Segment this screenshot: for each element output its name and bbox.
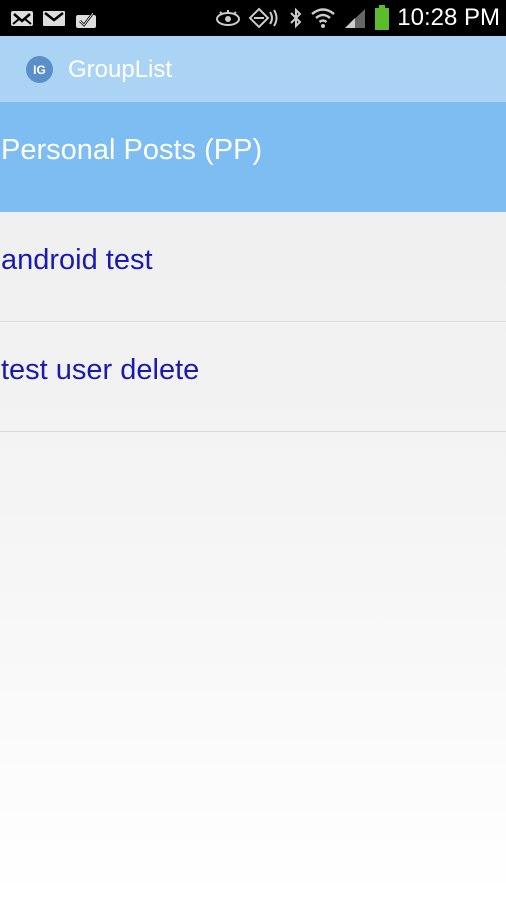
app-title: GroupList [68,56,173,83]
screen: 10:28 PM IG GroupList Personal Posts (PP… [0,0,506,900]
list-item-android-test[interactable]: android test [0,212,506,322]
signal-icon [343,7,367,29]
bluetooth-icon [289,7,303,29]
list-item-label: android test [1,244,153,276]
list-item-label: Personal Posts (PP) [1,134,263,166]
battery-icon [374,5,390,31]
app-logo[interactable]: IG [26,56,53,83]
clock: 10:28 PM [397,4,500,31]
download-icon [74,7,98,29]
missed-call-icon [10,8,34,28]
wifi-icon [310,7,336,29]
list-item-label: test user delete [1,354,200,386]
gmail-icon [42,8,66,28]
status-left-icons [10,7,98,29]
eye-icon [215,8,241,28]
status-bar: 10:28 PM [0,0,506,36]
action-bar: IG GroupList [0,36,506,102]
list-item-test-user-delete[interactable]: test user delete [0,322,506,432]
nfc-icon [248,7,282,29]
list-item-personal-posts[interactable]: Personal Posts (PP) [0,102,506,212]
status-right-icons: 10:28 PM [215,0,500,36]
group-list: Personal Posts (PP) android test test us… [0,102,506,432]
